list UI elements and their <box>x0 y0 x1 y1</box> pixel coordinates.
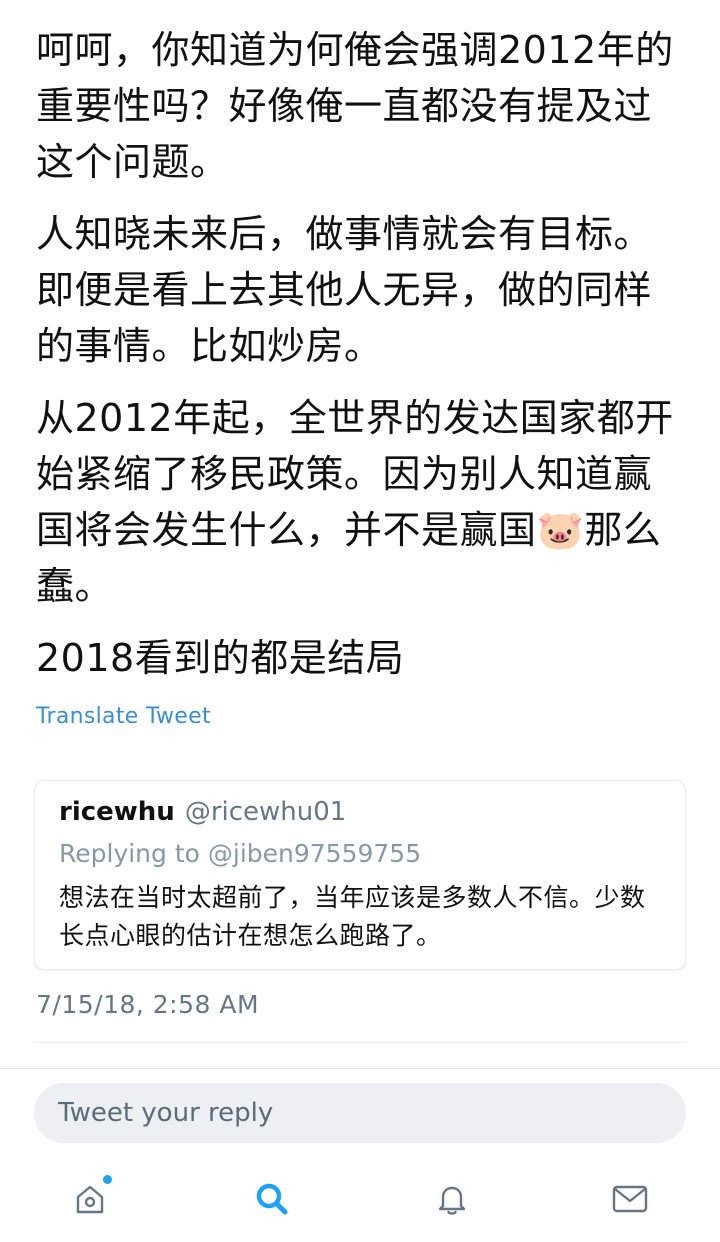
mail-icon <box>611 1183 649 1215</box>
divider <box>34 1042 686 1043</box>
search-icon <box>253 1180 291 1218</box>
quoted-tweet-card[interactable]: ricewhu @ricewhu01 Replying to @jiben9755… <box>34 780 686 970</box>
tweet-text: 呵呵，你知道为何俺会强调2012年的重要性吗？好像俺一直都没有提及过这个问题。 … <box>36 22 686 702</box>
quoted-author-handle: @ricewhu01 <box>184 797 347 827</box>
home-icon <box>73 1182 107 1216</box>
notification-dot <box>103 1175 112 1184</box>
tab-search[interactable] <box>248 1175 296 1223</box>
tab-notifications[interactable] <box>428 1175 476 1223</box>
tab-home[interactable] <box>66 1175 114 1223</box>
tweet-detail-screen: 呵呵，你知道为何俺会强调2012年的重要性吗？好像俺一直都没有提及过这个问题。 … <box>0 0 720 1242</box>
quoted-replying-to: Replying to @jiben97559755 <box>59 839 422 868</box>
bottom-tab-bar <box>0 1165 720 1242</box>
bell-icon <box>434 1181 470 1217</box>
tab-messages[interactable] <box>606 1175 654 1223</box>
tweet-paragraph: 2018看到的都是结局 <box>36 636 405 680</box>
tweet-paragraph: 人知晓未来后，做事情就会有目标。即便是看上去其他人无异，做的同样的事情。比如炒房… <box>36 212 653 368</box>
tweet-paragraph: 呵呵，你知道为何俺会强调2012年的重要性吗？好像俺一直都没有提及过这个问题。 <box>36 28 674 184</box>
tweet-timestamp: 7/15/18, 2:58 AM <box>36 990 260 1019</box>
quoted-tweet-text: 想法在当时太超前了，当年应该是多数人不信。少数长点心眼的估计在想怎么跑路了。 <box>59 883 646 950</box>
quoted-tweet-header: ricewhu @ricewhu01 <box>59 797 346 827</box>
quoted-author-name: ricewhu <box>59 797 175 827</box>
translate-tweet-link[interactable]: Translate Tweet <box>36 704 211 729</box>
tweet-paragraph: 从2012年起，全世界的发达国家都开始紧缩了移民政策。因为别人知道赢国将会发生什… <box>36 396 674 608</box>
reply-bar <box>0 1068 720 1242</box>
reply-input[interactable] <box>34 1083 686 1143</box>
